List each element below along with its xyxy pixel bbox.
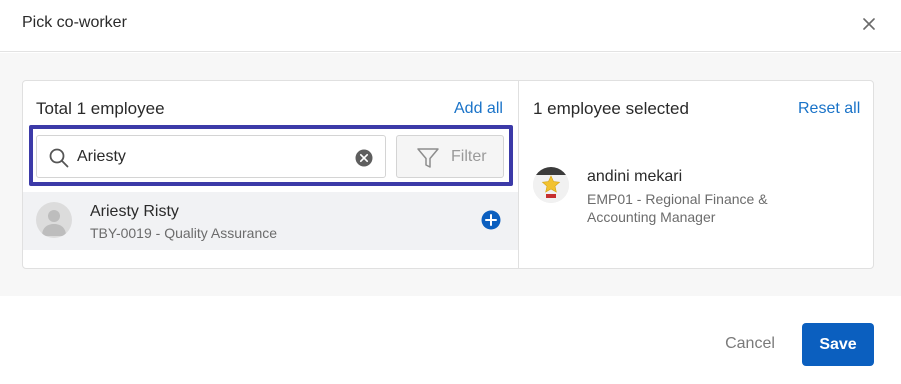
dialog-header: Pick co-worker <box>0 0 901 52</box>
cancel-button[interactable]: Cancel <box>712 323 788 365</box>
clear-search-icon[interactable] <box>355 149 373 167</box>
close-icon[interactable] <box>858 13 880 35</box>
save-button[interactable]: Save <box>802 323 874 366</box>
employee-name: Ariesty Risty <box>90 203 179 220</box>
selected-employee-detail: EMP01 - Regional Finance & Accounting Ma… <box>587 191 768 225</box>
reset-all-link[interactable]: Reset all <box>798 100 860 118</box>
profile-photo-icon <box>533 167 569 203</box>
dialog-body: Total 1 employee Add all Filter <box>0 53 901 296</box>
employee-count-title: Total 1 employee <box>36 99 165 118</box>
picker-panel: Total 1 employee Add all Filter <box>22 80 874 269</box>
search-field[interactable] <box>36 135 386 178</box>
selected-employee-name: andini mekari <box>587 168 683 185</box>
avatar <box>533 167 569 203</box>
search-input[interactable] <box>77 146 347 168</box>
filter-label: Filter <box>451 148 487 165</box>
filter-icon <box>417 148 439 168</box>
dialog-title: Pick co-worker <box>22 14 127 31</box>
selected-count-title: 1 employee selected <box>533 99 689 118</box>
filter-button[interactable]: Filter <box>396 135 504 178</box>
add-circle-icon[interactable] <box>481 210 501 230</box>
panel-divider <box>518 81 519 268</box>
search-icon <box>49 148 69 168</box>
add-all-link[interactable]: Add all <box>454 100 503 118</box>
avatar <box>36 202 72 238</box>
employee-result-row[interactable]: Ariesty Risty TBY-0019 - Quality Assuran… <box>23 192 518 250</box>
default-avatar-icon <box>42 210 66 236</box>
employee-detail: TBY-0019 - Quality Assurance <box>90 225 278 241</box>
